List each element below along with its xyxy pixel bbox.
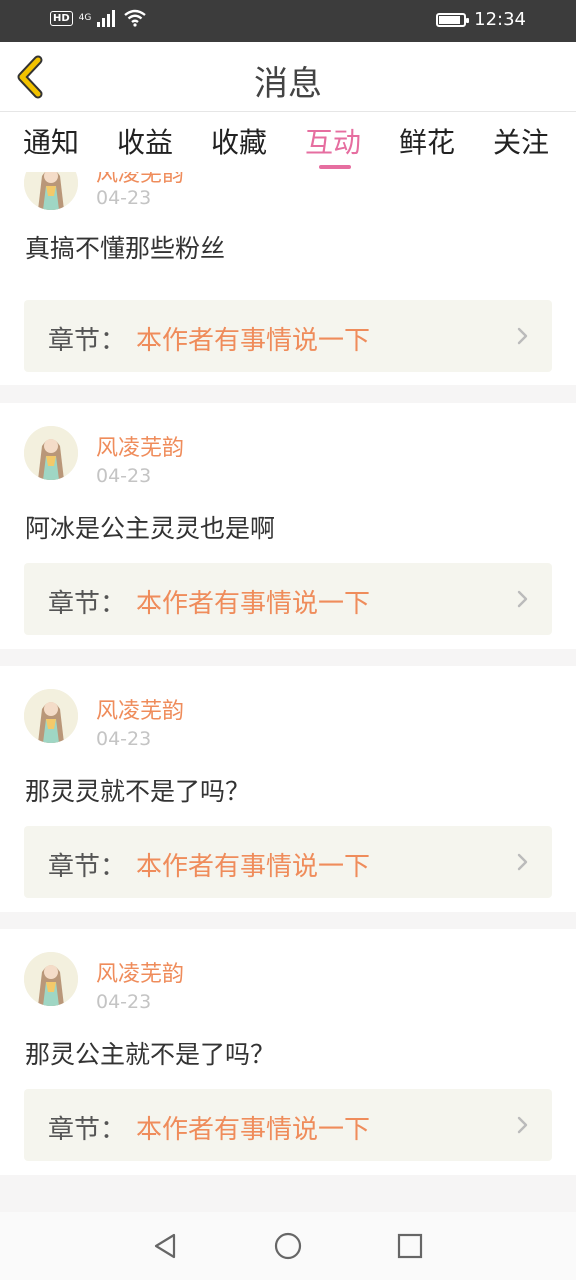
- chapter-title: 本作者有事情说一下: [136, 589, 371, 619]
- chevron-right-icon: [517, 1116, 528, 1134]
- tab-bar: 通知 收益 收藏 互动 鲜花 关注: [0, 113, 576, 173]
- chapter-title: 本作者有事情说一下: [136, 852, 371, 882]
- comment-text: 阿冰是公主灵灵也是啊: [25, 514, 276, 543]
- active-tab-indicator: [319, 165, 351, 169]
- avatar-image: [24, 426, 78, 480]
- chapter-title: 本作者有事情说一下: [136, 1115, 371, 1145]
- tab-flowers[interactable]: 鲜花: [399, 121, 455, 161]
- network-type: 4G: [78, 12, 92, 23]
- avatar-image: [24, 172, 78, 210]
- status-left: HD 4G: [50, 9, 147, 27]
- tab-favorites[interactable]: 收藏: [211, 121, 267, 161]
- chapter-label: 章节：: [48, 326, 127, 356]
- message-card: 风凌芜韵 04-23 阿冰是公主灵灵也是啊 章节： 本作者有事情说一下: [0, 403, 576, 649]
- tab-following[interactable]: 关注: [493, 121, 549, 161]
- back-triangle-icon[interactable]: [150, 1230, 182, 1262]
- message-date: 04-23: [96, 465, 152, 487]
- chevron-right-icon: [517, 853, 528, 871]
- chevron-right-icon: [517, 590, 528, 608]
- chapter-link[interactable]: 章节： 本作者有事情说一下: [24, 826, 552, 898]
- home-circle-icon[interactable]: [272, 1230, 304, 1262]
- message-card: 风凌芜韵 04-23 那灵灵就不是了吗？ 章节： 本作者有事情说一下: [0, 666, 576, 912]
- status-bar: HD 4G 12:34: [0, 0, 576, 42]
- recents-square-icon[interactable]: [394, 1230, 426, 1262]
- author-name[interactable]: 风凌芜韵: [96, 172, 184, 188]
- message-date: 04-23: [96, 187, 152, 209]
- message-date: 04-23: [96, 728, 152, 750]
- comment-text: 真搞不懂那些粉丝: [25, 234, 226, 263]
- battery-fill: [439, 15, 460, 24]
- message-feed[interactable]: 风凌芜韵 04-23 真搞不懂那些粉丝 章节： 本作者有事情说一下 风凌芜韵 0…: [0, 172, 576, 1212]
- chapter-label: 章节：: [48, 852, 127, 882]
- chapter-link[interactable]: 章节： 本作者有事情说一下: [24, 563, 552, 635]
- author-name[interactable]: 风凌芜韵: [96, 693, 184, 725]
- tab-earnings[interactable]: 收益: [117, 121, 173, 161]
- message-date: 04-23: [96, 991, 152, 1013]
- message-card: 风凌芜韵 04-23 那灵公主就不是了吗？ 章节： 本作者有事情说一下: [0, 929, 576, 1175]
- comment-text: 那灵公主就不是了吗？: [25, 1040, 276, 1069]
- system-nav-bar: [0, 1212, 576, 1280]
- chapter-label: 章节：: [48, 589, 127, 619]
- comment-text: 那灵灵就不是了吗？: [25, 777, 251, 806]
- battery-icon: [436, 12, 470, 27]
- chapter-link[interactable]: 章节： 本作者有事情说一下: [24, 300, 552, 372]
- chapter-link[interactable]: 章节： 本作者有事情说一下: [24, 1089, 552, 1161]
- message-card: 风凌芜韵 04-23 真搞不懂那些粉丝 章节： 本作者有事情说一下: [0, 172, 576, 385]
- hd-badge: HD: [50, 10, 73, 26]
- tab-notice[interactable]: 通知: [23, 121, 79, 161]
- nav-bar: 消息: [0, 42, 576, 112]
- author-name[interactable]: 风凌芜韵: [96, 956, 184, 988]
- avatar[interactable]: [24, 426, 78, 480]
- chevron-right-icon: [517, 327, 528, 345]
- wifi-icon: [124, 9, 147, 27]
- tab-interaction[interactable]: 互动: [305, 121, 361, 161]
- avatar[interactable]: [24, 172, 78, 210]
- chapter-label: 章节：: [48, 1115, 127, 1145]
- avatar-image: [24, 689, 78, 743]
- avatar[interactable]: [24, 952, 78, 1006]
- clock: 12:34: [474, 9, 526, 30]
- status-right: 12:34: [436, 9, 526, 30]
- chapter-title: 本作者有事情说一下: [136, 326, 371, 356]
- signal-icon: [97, 10, 116, 27]
- avatar[interactable]: [24, 689, 78, 743]
- page-title: 消息: [254, 64, 322, 104]
- avatar-image: [24, 952, 78, 1006]
- author-name[interactable]: 风凌芜韵: [96, 430, 184, 462]
